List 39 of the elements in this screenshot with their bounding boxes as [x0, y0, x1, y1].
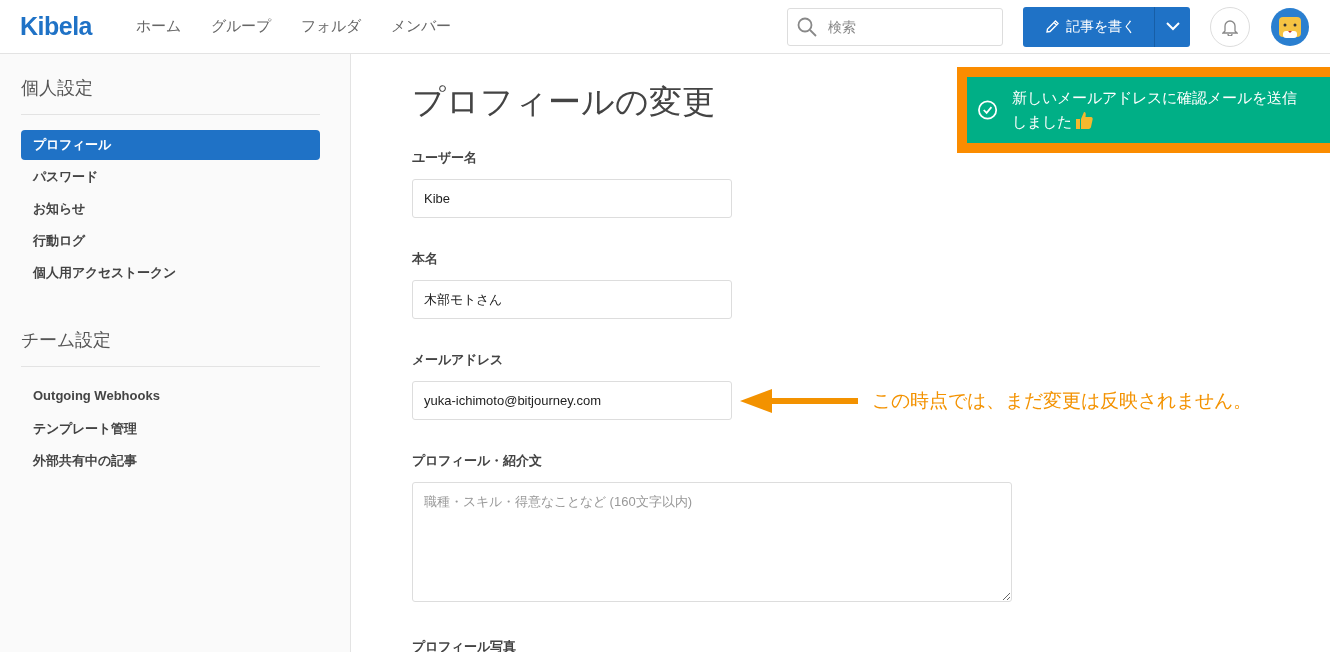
- pencil-icon: [1045, 19, 1060, 34]
- search-icon: [797, 16, 817, 37]
- input-field[interactable]: 木部モトさん: [412, 280, 732, 319]
- sidebar-item[interactable]: Outgoing Webhooks: [21, 382, 320, 412]
- sidebar-item[interactable]: 個人用アクセストークン: [21, 258, 320, 288]
- lion-avatar-icon[interactable]: [1270, 6, 1310, 47]
- nav-link[interactable]: グループ: [211, 17, 272, 36]
- write-article-button[interactable]: 記事を書く: [1023, 6, 1154, 47]
- field-label: プロフィール・紹介文: [412, 452, 543, 470]
- field-label: メールアドレス: [412, 351, 504, 369]
- sidebar-item[interactable]: パスワード: [21, 162, 320, 192]
- sidebar-item[interactable]: 外部共有中の記事: [21, 446, 320, 476]
- logo[interactable]: Kibela: [20, 12, 93, 41]
- sidebar-item[interactable]: お知らせ: [21, 194, 320, 224]
- search-field[interactable]: 検索: [787, 7, 1003, 46]
- nav-link[interactable]: フォルダ: [301, 17, 362, 36]
- sidebar-heading: 個人設定: [21, 76, 320, 115]
- thumbs-up-icon: [1074, 110, 1095, 130]
- caret-icon: [1165, 22, 1180, 31]
- field-label: ユーザー名: [412, 149, 478, 167]
- nav-link[interactable]: メンバー: [391, 17, 452, 36]
- annotation-text: この時点では、まだ変更は反映されません。: [872, 388, 1252, 413]
- toast-message: しました: [1012, 113, 1073, 130]
- nav-link[interactable]: ホーム: [136, 17, 182, 36]
- sidebar-item[interactable]: テンプレート管理: [21, 414, 320, 444]
- sidebar-item[interactable]: 行動ログ: [21, 226, 320, 256]
- arrow-icon: [740, 387, 858, 414]
- textarea-field[interactable]: 職種・スキル・得意なことなど (160文字以内): [412, 482, 1012, 602]
- field-label: 本名: [412, 250, 439, 268]
- notification-button[interactable]: [1210, 6, 1250, 47]
- dropdown-button[interactable]: [1154, 6, 1190, 47]
- page-title: プロフィールの変更: [412, 82, 715, 122]
- toast-message: 新しいメールアドレスに確認メールを送信: [1012, 89, 1298, 106]
- sidebar-heading: チーム設定: [21, 328, 320, 367]
- check-circle-icon: [977, 99, 999, 121]
- bell-icon: [1222, 17, 1238, 36]
- input-field[interactable]: Kibe: [412, 179, 732, 218]
- input-field[interactable]: yuka-ichimoto@bitjourney.com: [412, 381, 732, 420]
- sidebar-item[interactable]: プロフィール: [21, 130, 320, 160]
